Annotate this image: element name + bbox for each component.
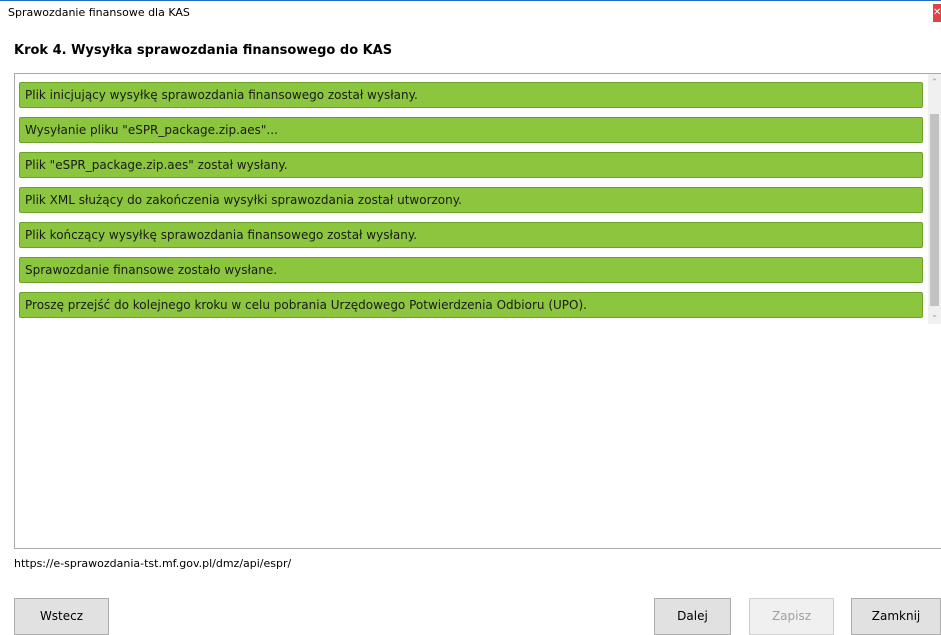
app-window: Sprawozdanie finansowe dla KAS ✕ Krok 4.…	[0, 0, 941, 635]
title-bar: Sprawozdanie finansowe dla KAS ✕	[0, 0, 941, 26]
close-window-button[interactable]: ✕	[933, 4, 941, 22]
status-log-list: Plik inicjujący wysyłkę sprawozdania fin…	[19, 82, 923, 327]
back-button[interactable]: Wstecz	[14, 598, 109, 635]
save-button[interactable]: Zapisz	[749, 598, 834, 635]
step-heading: Krok 4. Wysyłka sprawozdania finansowego…	[14, 43, 393, 58]
endpoint-url: https://e-sprawozdania-tst.mf.gov.pl/dmz…	[14, 557, 292, 570]
window-title: Sprawozdanie finansowe dla KAS	[8, 6, 190, 19]
scroll-down-icon[interactable]: ⌄	[928, 308, 941, 322]
vertical-scrollbar[interactable]: ⌃ ⌄	[928, 74, 941, 324]
status-log-item: Plik kończący wysyłkę sprawozdania finan…	[19, 222, 923, 248]
status-log-item: Wysyłanie pliku "eSPR_package.zip.aes"..…	[19, 117, 923, 143]
status-log-item: Plik "eSPR_package.zip.aes" został wysła…	[19, 152, 923, 178]
status-log-item: Proszę przejść do kolejnego kroku w celu…	[19, 292, 923, 318]
close-button[interactable]: Zamknij	[851, 598, 941, 635]
close-icon: ✕	[933, 7, 941, 18]
scroll-up-icon[interactable]: ⌃	[928, 76, 941, 90]
next-button[interactable]: Dalej	[654, 598, 731, 635]
status-log-item: Sprawozdanie finansowe zostało wysłane.	[19, 257, 923, 283]
scrollbar-thumb[interactable]	[930, 114, 939, 306]
status-log-panel: Plik inicjujący wysyłkę sprawozdania fin…	[14, 73, 941, 549]
status-log-item: Plik inicjujący wysyłkę sprawozdania fin…	[19, 82, 923, 108]
status-log-item: Plik XML służący do zakończenia wysyłki …	[19, 187, 923, 213]
